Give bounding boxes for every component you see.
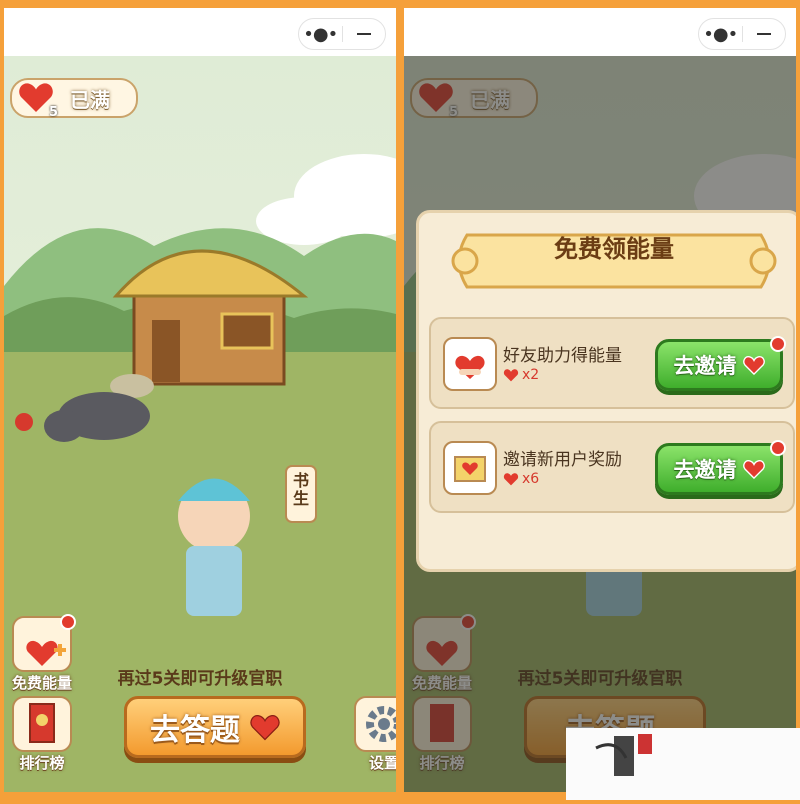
reward-multiplier: x2 xyxy=(522,367,540,383)
notification-dot xyxy=(770,440,786,456)
reward-multiplier: x6 xyxy=(522,471,540,487)
more-menu-icon[interactable]: •●• xyxy=(699,24,742,45)
leaderboard-button[interactable]: 排行榜 xyxy=(8,696,76,773)
invite-new-user-card: 邀请新用户奖励 x6 去邀请 xyxy=(429,421,795,513)
heart-icon xyxy=(742,460,765,479)
game-screen-left: •●• 书生 5 已满 免费能量 排行榜 设置 再过5关即可升级官职 去答题 xyxy=(4,8,396,792)
mini-program-top-bar: •●• xyxy=(4,8,396,56)
invite-button-label: 去邀请 xyxy=(673,458,737,482)
ink-painting-thumbnail xyxy=(566,728,800,800)
start-quiz-button[interactable]: 去答题 xyxy=(124,696,306,758)
invite-new-user-title: 邀请新用户奖励 xyxy=(503,450,622,470)
heart-icon xyxy=(503,473,519,486)
mini-program-capsule: •●• xyxy=(298,18,386,50)
invite-button[interactable]: 去邀请 xyxy=(655,336,786,391)
dialog-title: 免费领能量 xyxy=(554,235,674,263)
heart-icon: 5 xyxy=(18,80,58,120)
notification-dot xyxy=(60,614,76,630)
minimize-icon[interactable] xyxy=(743,33,786,35)
free-energy-dialog: 免费领能量 好友助力得能量 x2 去邀请 邀请新用户奖励 x6 去邀请 xyxy=(416,210,796,572)
heart-icon xyxy=(503,369,519,382)
more-menu-icon[interactable]: •●• xyxy=(299,24,342,45)
minimize-icon[interactable] xyxy=(343,33,386,35)
mini-program-top-bar: •●• xyxy=(404,8,796,56)
envelope-heart-icon xyxy=(443,441,497,495)
heart-icon xyxy=(742,356,765,375)
energy-status: 已满 xyxy=(70,87,110,112)
scholar-title-sign: 书生 xyxy=(292,471,309,508)
invite-new-user-reward: x6 xyxy=(503,471,539,487)
mini-program-capsule: •●• xyxy=(698,18,786,50)
game-screen-right: •●• 5 已满 免费能量 xyxy=(404,8,796,792)
heart-icon xyxy=(250,715,280,741)
energy-counter[interactable]: 5 已满 xyxy=(10,78,138,120)
banner-flag-icon xyxy=(12,696,72,752)
settings-button[interactable]: 设置 xyxy=(350,696,396,773)
heart-count: 5 xyxy=(48,105,58,120)
settings-label: 设置 xyxy=(368,754,396,772)
leaderboard-label: 排行榜 xyxy=(19,754,65,772)
invite-button[interactable]: 去邀请 xyxy=(655,440,786,495)
invite-friend-card: 好友助力得能量 x2 去邀请 xyxy=(429,317,795,409)
game-scene: 书生 5 已满 免费能量 排行榜 设置 再过5关即可升级官职 去答题 xyxy=(4,56,396,792)
gear-icon xyxy=(354,696,396,752)
inset-thumbnail xyxy=(566,728,800,800)
invite-button-label: 去邀请 xyxy=(673,354,737,378)
handshake-heart-icon xyxy=(443,337,497,391)
notification-dot xyxy=(770,336,786,352)
invite-friend-reward: x2 xyxy=(503,367,539,383)
invite-friend-title: 好友助力得能量 xyxy=(503,346,622,366)
start-quiz-label: 去答题 xyxy=(150,713,240,748)
promotion-hint: 再过5关即可升级官职 xyxy=(117,669,283,689)
